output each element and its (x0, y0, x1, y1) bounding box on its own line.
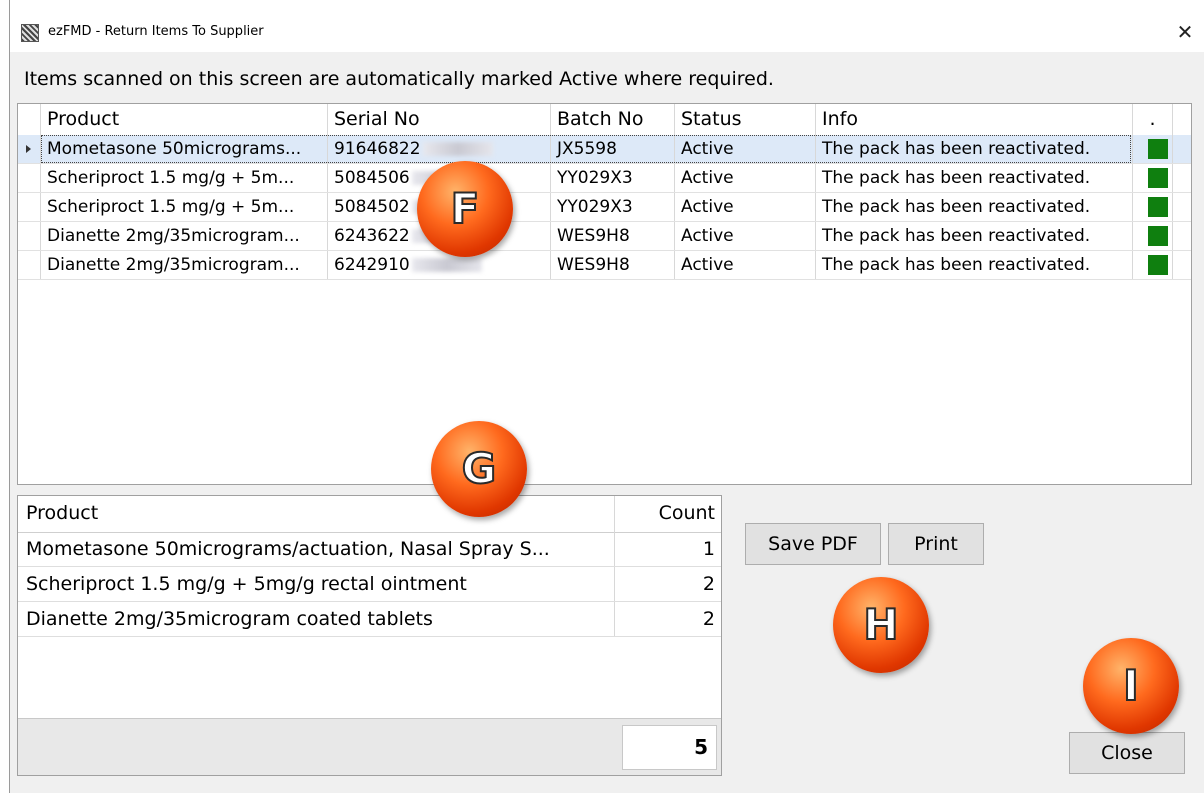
info-cell[interactable]: The pack has been reactivated. (816, 164, 1133, 192)
redacted-serial (422, 142, 493, 156)
serial-cell[interactable]: 91646822 (328, 135, 551, 163)
status-indicator-icon (1148, 139, 1168, 159)
batch-cell[interactable]: YY029X3 (551, 193, 675, 221)
status-indicator-icon (1148, 197, 1168, 217)
status-cell[interactable]: Active (675, 222, 816, 250)
row-pointer-icon (26, 145, 31, 153)
summary-product-cell: Dianette 2mg/35microgram coated tablets (18, 602, 615, 636)
column-header-count[interactable]: Count (615, 496, 721, 532)
status-indicator-cell (1133, 251, 1173, 279)
column-header-batch[interactable]: Batch No (551, 104, 675, 135)
summary-product-cell: Mometasone 50micrograms/actuation, Nasal… (18, 532, 615, 566)
batch-cell[interactable]: YY029X3 (551, 164, 675, 192)
summary-product-cell: Scheriproct 1.5 mg/g + 5mg/g rectal oint… (18, 567, 615, 601)
product-cell[interactable]: Mometasone 50micrograms... (41, 135, 328, 163)
column-header-product[interactable]: Product (41, 104, 328, 135)
callout-marker-f: F (417, 161, 513, 257)
row-indicator (18, 251, 41, 279)
column-header-status[interactable]: Status (675, 104, 816, 135)
product-summary-grid[interactable]: Product Count Mometasone 50micrograms/ac… (17, 495, 722, 776)
callout-marker-h: H (833, 577, 929, 673)
batch-cell[interactable]: WES9H8 (551, 222, 675, 250)
serial-value: 5084502 (334, 197, 410, 217)
status-cell[interactable]: Active (675, 164, 816, 192)
summary-count-cell: 1 (702, 538, 715, 560)
instruction-text: Items scanned on this screen are automat… (24, 68, 774, 90)
column-header-serial[interactable]: Serial No (328, 104, 551, 135)
row-indicator (18, 193, 41, 221)
summary-footer: 5 (18, 718, 721, 775)
column-header-info[interactable]: Info (816, 104, 1133, 135)
row-indicator (18, 135, 41, 163)
batch-cell[interactable]: JX5598 (551, 135, 675, 163)
list-item[interactable]: Mometasone 50micrograms/actuation, Nasal… (18, 532, 721, 567)
table-row[interactable]: Dianette 2mg/35microgram... 6243622 WES9… (18, 222, 1191, 251)
total-count: 5 (622, 725, 717, 770)
status-indicator-icon (1148, 168, 1168, 188)
table-row[interactable]: Mometasone 50micrograms... 91646822 JX55… (18, 135, 1191, 164)
status-indicator-cell (1133, 193, 1173, 221)
status-indicator-cell (1133, 164, 1173, 192)
items-grid-header: Product Serial No Batch No Status Info . (18, 104, 1191, 136)
save-pdf-button[interactable]: Save PDF (745, 523, 881, 565)
title-bar: ezFMD - Return Items To Supplier ✕ (10, 0, 1204, 52)
product-cell[interactable]: Scheriproct 1.5 mg/g + 5m... (41, 164, 328, 192)
info-cell[interactable]: The pack has been reactivated. (816, 251, 1133, 279)
table-row[interactable]: Scheriproct 1.5 mg/g + 5m... 5084502 YY0… (18, 193, 1191, 222)
status-cell[interactable]: Active (675, 193, 816, 221)
status-cell[interactable]: Active (675, 251, 816, 279)
scanned-items-grid[interactable]: Product Serial No Batch No Status Info .… (17, 103, 1192, 485)
product-cell[interactable]: Dianette 2mg/35microgram... (41, 251, 328, 279)
app-logo-icon (21, 24, 39, 42)
serial-value: 91646822 (334, 139, 421, 159)
status-indicator-cell (1133, 222, 1173, 250)
column-header-indicator[interactable]: . (1133, 104, 1173, 135)
callout-marker-g: G (431, 421, 527, 517)
table-row[interactable]: Dianette 2mg/35microgram... 6242910 WES9… (18, 251, 1191, 280)
window-close-icon[interactable]: ✕ (1171, 18, 1199, 46)
list-item[interactable]: Scheriproct 1.5 mg/g + 5mg/g rectal oint… (18, 567, 721, 602)
status-indicator-icon (1148, 226, 1168, 246)
serial-cell[interactable]: 6242910 (328, 251, 551, 279)
info-cell[interactable]: The pack has been reactivated. (816, 222, 1133, 250)
serial-value: 6242910 (334, 255, 410, 275)
product-cell[interactable]: Scheriproct 1.5 mg/g + 5m... (41, 193, 328, 221)
list-item[interactable]: Dianette 2mg/35microgram coated tablets … (18, 602, 721, 637)
row-indicator (18, 164, 41, 192)
serial-value: 6243622 (334, 226, 410, 246)
status-cell[interactable]: Active (675, 135, 816, 163)
table-row[interactable]: Scheriproct 1.5 mg/g + 5m... 5084506 YY0… (18, 164, 1191, 193)
info-cell[interactable]: The pack has been reactivated. (816, 135, 1133, 163)
summary-count-cell: 2 (702, 608, 715, 630)
status-indicator-icon (1148, 255, 1168, 275)
batch-cell[interactable]: WES9H8 (551, 251, 675, 279)
print-button[interactable]: Print (888, 523, 984, 565)
status-indicator-cell (1133, 135, 1173, 163)
window-title: ezFMD - Return Items To Supplier (48, 24, 264, 39)
callout-marker-i: I (1083, 638, 1179, 734)
column-header-product[interactable]: Product (18, 496, 615, 532)
close-button[interactable]: Close (1069, 732, 1185, 774)
info-cell[interactable]: The pack has been reactivated. (816, 193, 1133, 221)
redacted-serial (411, 258, 482, 272)
row-indicator (18, 222, 41, 250)
row-indicator-header (18, 104, 41, 135)
summary-count-cell: 2 (702, 573, 715, 595)
product-cell[interactable]: Dianette 2mg/35microgram... (41, 222, 328, 250)
summary-grid-header: Product Count (18, 496, 721, 533)
serial-value: 5084506 (334, 168, 410, 188)
